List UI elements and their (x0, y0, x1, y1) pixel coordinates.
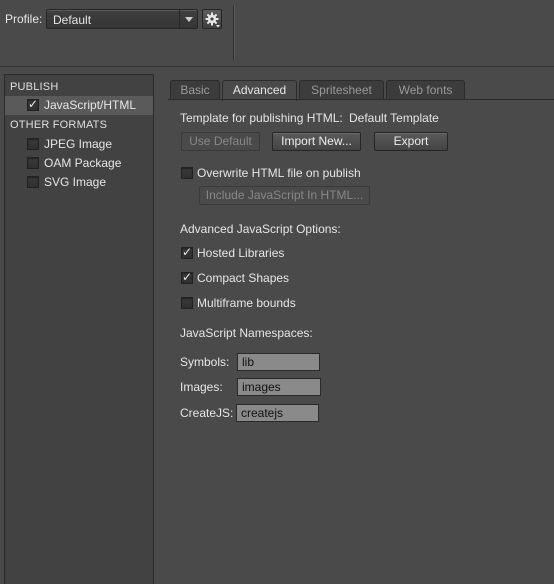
toolbar-divider (233, 6, 234, 60)
svg-image-checkbox[interactable] (27, 176, 39, 188)
export-button[interactable]: Export (374, 132, 448, 151)
symbols-label: Symbols: (180, 355, 230, 369)
sidebar-item-jpeg-image[interactable]: JPEG Image (5, 135, 153, 154)
overwrite-html-label[interactable]: Overwrite HTML file on publish (197, 166, 361, 180)
sidebar-item-svg-image[interactable]: SVG Image (5, 173, 153, 192)
hosted-libraries-checkbox[interactable] (181, 245, 193, 259)
sidebar-item-javascript-html[interactable]: JavaScript/HTML (5, 96, 153, 115)
sidebar-item-label: SVG Image (44, 175, 107, 189)
multiframe-bounds-label[interactable]: Multiframe bounds (197, 296, 296, 310)
images-namespace-input[interactable]: images (237, 378, 321, 396)
sidebar-item-oam-package[interactable]: OAM Package (5, 154, 153, 173)
sidebar-item-label: OAM Package (44, 156, 122, 170)
chevron-down-icon (179, 10, 197, 28)
profile-selected-value: Default (53, 13, 92, 27)
tab-web-fonts[interactable]: Web fonts (386, 80, 465, 100)
tab-baseline (168, 99, 554, 100)
javascript-html-checkbox[interactable] (27, 97, 39, 111)
profile-toolbar: Profile: Default (0, 0, 554, 66)
createjs-namespace-input[interactable]: createjs (236, 404, 319, 422)
include-javascript-button[interactable]: Include JavaScript In HTML... (199, 186, 370, 205)
format-sidebar: PUBLISH JavaScript/HTML OTHER FORMATS JP… (4, 74, 154, 584)
jpeg-image-checkbox[interactable] (27, 138, 39, 150)
createjs-label: CreateJS: (180, 406, 234, 420)
js-options-heading: Advanced JavaScript Options: (180, 222, 341, 236)
profile-dropdown[interactable]: Default (46, 9, 198, 29)
hosted-libraries-label[interactable]: Hosted Libraries (197, 246, 284, 260)
gear-icon (205, 12, 220, 28)
compact-shapes-checkbox[interactable] (181, 270, 193, 284)
template-value: Default Template (349, 111, 439, 125)
tab-basic[interactable]: Basic (170, 80, 220, 100)
use-default-button[interactable]: Use Default (181, 132, 260, 151)
profile-options-button[interactable] (202, 9, 222, 29)
tab-advanced[interactable]: Advanced (222, 80, 297, 101)
other-formats-heading: OTHER FORMATS (10, 119, 108, 131)
import-new-button[interactable]: Import New... (272, 132, 361, 151)
tab-spritesheet[interactable]: Spritesheet (299, 80, 384, 100)
images-label: Images: (180, 380, 223, 394)
template-label: Template for publishing HTML: (180, 111, 343, 125)
sidebar-item-label: JavaScript/HTML (44, 98, 137, 112)
sidebar-item-label: JPEG Image (44, 137, 113, 151)
toolbar-bottom-divider (0, 66, 554, 67)
profile-label: Profile: (5, 12, 43, 26)
namespaces-heading: JavaScript Namespaces: (180, 326, 313, 340)
overwrite-html-checkbox[interactable] (181, 167, 193, 179)
oam-package-checkbox[interactable] (27, 157, 39, 169)
publish-heading: PUBLISH (10, 81, 59, 93)
multiframe-bounds-checkbox[interactable] (181, 297, 193, 309)
compact-shapes-label[interactable]: Compact Shapes (197, 271, 289, 285)
symbols-namespace-input[interactable]: lib (237, 353, 320, 371)
